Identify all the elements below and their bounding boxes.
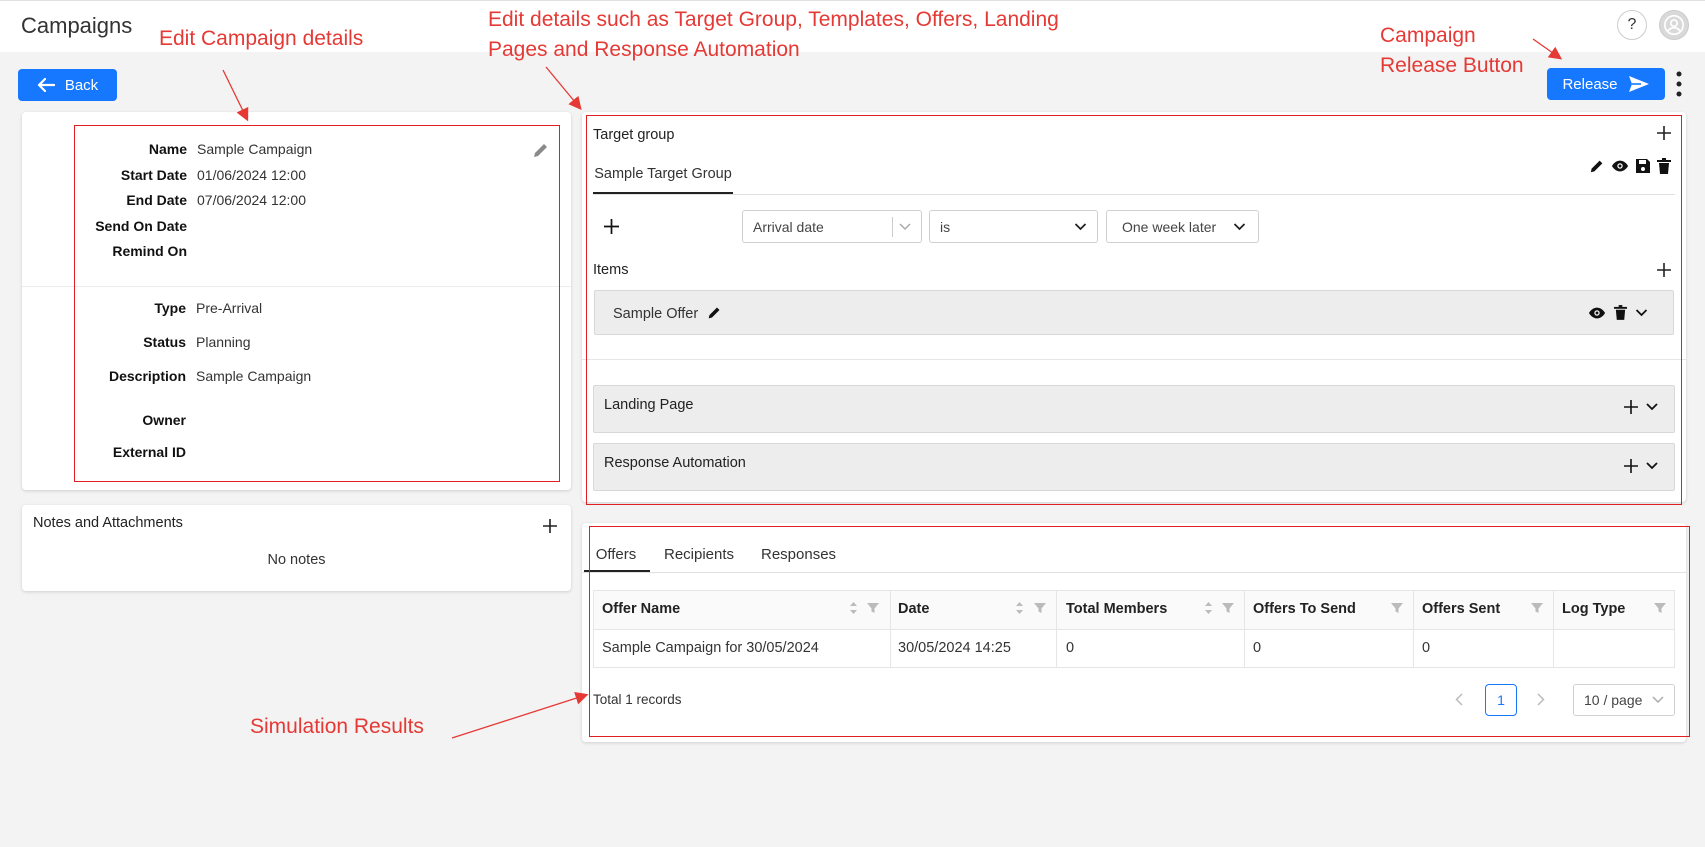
arrow-to-simulation <box>451 691 589 739</box>
annotation-arrows <box>222 38 1563 739</box>
arrow-to-release <box>1532 38 1563 60</box>
arrow-to-editor <box>545 66 582 111</box>
arrow-to-campaign-details <box>222 69 249 122</box>
